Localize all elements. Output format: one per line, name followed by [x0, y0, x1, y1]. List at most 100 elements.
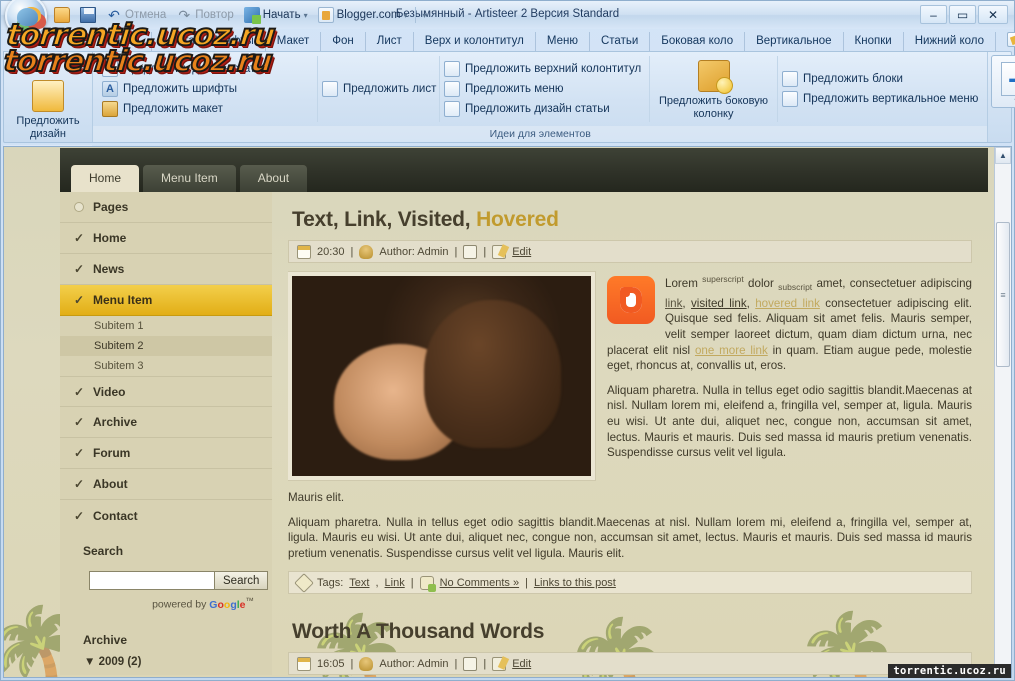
ribbon-tab-ideas[interactable]: Идеи	[101, 32, 152, 51]
ribbon-tab-menu[interactable]: Меню	[536, 32, 590, 51]
post-1-comments-link[interactable]: No Comments »	[440, 577, 519, 589]
p1-subscript: subscript	[778, 282, 813, 293]
ribbon-tab-vertical[interactable]: Вертикальное	[745, 32, 844, 51]
archive-year-item[interactable]: ▼ 2009 (2)	[74, 647, 272, 668]
ribbon-tab-colors-fonts[interactable]: Цвета и Шрифты	[152, 32, 266, 51]
suggest-sheet-button[interactable]: Предложить лист	[318, 79, 439, 99]
qat-divider	[414, 7, 416, 23]
suggest-sidebar-column-button[interactable]: Предложить боковую колонку	[652, 56, 776, 121]
blogger-chevron-down-icon[interactable]: ▾	[404, 11, 408, 20]
post-1-link[interactable]: link	[665, 297, 682, 310]
export-button[interactable]: ▾	[991, 55, 1015, 108]
post-1-tag-text[interactable]: Text	[349, 577, 369, 589]
preview-vertical-scrollbar[interactable]: ▲ ≡	[994, 147, 1011, 677]
post-1-edit-link[interactable]: Edit	[512, 246, 531, 258]
user-icon	[359, 656, 374, 671]
check-icon: ✓	[74, 262, 85, 276]
suggest-article-design-label: Предложить дизайн статьи	[123, 63, 268, 75]
close-button[interactable]: ✕	[978, 5, 1008, 24]
suggest-vertical-menu-button[interactable]: Предложить вертикальное меню	[778, 89, 982, 109]
qat-more-button[interactable]: ▾	[420, 10, 430, 21]
undo-button[interactable]: ↶ Отмена	[103, 6, 169, 24]
minimize-button[interactable]: –	[920, 5, 947, 24]
sidebar-item-forum[interactable]: ✓ Forum	[60, 438, 272, 469]
post-2-edit-link[interactable]: Edit	[512, 658, 531, 670]
suggest-blocks-button[interactable]: Предложить блоки	[778, 69, 982, 89]
edit-icon[interactable]	[492, 244, 507, 259]
mail-icon[interactable]	[463, 656, 478, 671]
redo-button[interactable]: ↷ Повтор	[173, 6, 236, 24]
ribbon-tab-layout[interactable]: Макет	[266, 32, 322, 51]
sidebar-subitem-1[interactable]: Subitem 1	[60, 316, 272, 336]
search-widget-heading: Search	[74, 544, 272, 558]
edit-icon[interactable]	[492, 656, 507, 671]
post-1-hovered-link[interactable]: hovered link	[755, 297, 820, 310]
suggest-article-design-button[interactable]: Предложить дизайн статьи	[98, 59, 317, 79]
maximize-button[interactable]: ▭	[949, 5, 976, 24]
site-tab-menu-item[interactable]: Menu Item	[143, 165, 236, 192]
post-1-links-to-post[interactable]: Links to this post	[534, 577, 616, 589]
site-tab-home[interactable]: Home	[71, 165, 140, 192]
ribbon-tab-footer[interactable]: Нижний коло	[904, 32, 997, 51]
post-1-title: Text, Link, Visited, Hovered	[288, 192, 972, 240]
sidebar-item-archive[interactable]: ✓ Archive	[60, 407, 272, 438]
save-button[interactable]	[77, 6, 99, 24]
quick-access-toolbar: ↶ Отмена ↷ Повтор Начать ▾ Blogger.com ▾…	[1, 0, 430, 37]
comment-icon	[419, 575, 436, 592]
write-feedback-button[interactable]: Написать отзыв...	[996, 29, 1015, 51]
suggest-design-button[interactable]: Предложить дизайн	[9, 56, 87, 141]
suggest-layout-button[interactable]: Предложить макет	[98, 99, 317, 119]
tag-icon	[294, 572, 314, 593]
p1-c: amet, consectetuer adipiscing	[812, 276, 972, 290]
ribbon-tab-strip: Идеи Цвета и Шрифты Макет Фон Лист Верх …	[1, 29, 1015, 51]
suggest-fonts-button[interactable]: A Предложить шрифты	[98, 79, 317, 99]
ribbon-tab-sidebar[interactable]: Боковая коло	[650, 32, 746, 51]
sidebar-item-video[interactable]: ✓ Video	[60, 376, 272, 407]
menu-icon	[444, 81, 460, 97]
suggest-article-style-button[interactable]: Предложить дизайн статьи	[440, 99, 649, 119]
meta-separator: |	[454, 245, 458, 258]
open-button[interactable]	[51, 6, 73, 24]
suggest-menu-button[interactable]: Предложить меню	[440, 79, 649, 99]
start-button[interactable]: Начать ▾	[241, 6, 311, 24]
ribbon-tab-articles[interactable]: Статьи	[590, 32, 651, 51]
search-input[interactable]	[89, 571, 215, 590]
post-1-one-more-link[interactable]: one more link	[695, 344, 768, 357]
site-tab-about[interactable]: About	[239, 165, 308, 192]
search-heading-label: Search	[83, 544, 124, 558]
search-button[interactable]: Search	[215, 571, 269, 590]
ribbon-tab-sheet[interactable]: Лист	[366, 32, 414, 51]
export-page-arrow-icon	[1001, 62, 1015, 96]
check-icon: ✓	[74, 231, 85, 245]
calendar-icon	[297, 656, 311, 671]
header-icon	[444, 61, 460, 77]
suggest-sidebar-label: Предложить боковую колонку	[658, 95, 768, 120]
post-1: Text, Link, Visited, Hovered 20:30 | Aut…	[288, 192, 972, 595]
suggest-header-button[interactable]: Предложить верхний колонтитул	[440, 59, 649, 79]
sidebar-item-home[interactable]: ✓ Home	[60, 223, 272, 254]
sidebar-subitem-2[interactable]: Subitem 2	[60, 336, 272, 356]
ribbon-tab-header[interactable]: Верх и колонтитул	[414, 32, 536, 51]
post-1-body: Lorem superscript dolor subscript amet, …	[288, 263, 972, 561]
post-1-visited-link[interactable]: visited link	[691, 297, 747, 310]
ribbon-tab-background[interactable]: Фон	[321, 32, 366, 51]
start-icon	[243, 7, 261, 24]
sidebar-item-label: News	[93, 262, 125, 276]
meta-separator: |	[350, 245, 354, 258]
ribbon-tab-buttons[interactable]: Кнопки	[844, 32, 904, 51]
site-header: Home Menu Item About	[60, 148, 988, 192]
scrollbar-thumb[interactable]: ≡	[996, 222, 1010, 367]
start-chevron-down-icon[interactable]: ▾	[304, 11, 308, 20]
sidebar-item-menu-item[interactable]: ✓ Menu Item	[60, 285, 272, 316]
archive-widget-heading: Archive	[74, 633, 272, 647]
sidebar-item-news[interactable]: ✓ News	[60, 254, 272, 285]
blogger-export-button[interactable]: Blogger.com ▾	[315, 6, 411, 24]
sidebar-subitem-3[interactable]: Subitem 3	[60, 356, 272, 376]
sidebar-item-contact[interactable]: ✓ Contact	[60, 500, 272, 531]
scroll-up-button[interactable]: ▲	[995, 147, 1011, 164]
post-1-tag-link[interactable]: Link	[385, 577, 405, 589]
sidebar-item-about[interactable]: ✓ About	[60, 469, 272, 500]
calendar-icon	[297, 244, 311, 259]
p1-b: dolor	[743, 276, 779, 290]
mail-icon[interactable]	[463, 244, 478, 259]
